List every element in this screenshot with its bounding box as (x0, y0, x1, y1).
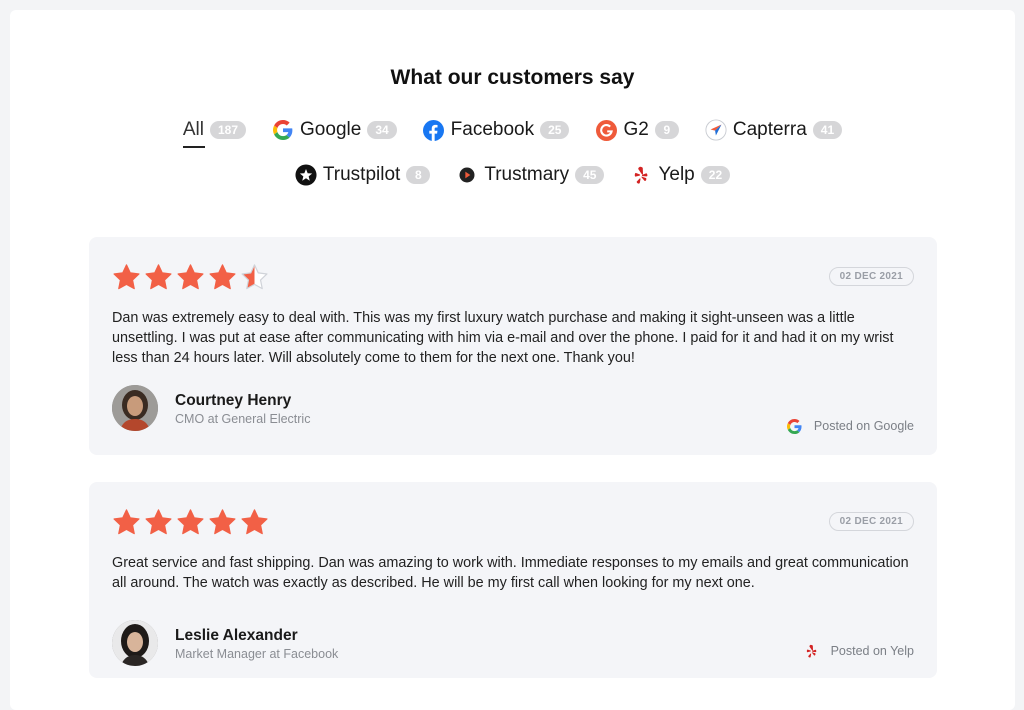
tab-yelp[interactable]: Yelp 22 (630, 161, 731, 189)
tab-count: 34 (367, 121, 397, 139)
section-title: What our customers say (390, 66, 635, 89)
yelp-icon (801, 640, 823, 662)
tab-label: Yelp (658, 164, 695, 185)
tab-google[interactable]: Google 34 (272, 116, 397, 144)
avatar (112, 620, 158, 666)
star-icon (209, 264, 236, 290)
trustmary-icon (456, 164, 478, 186)
author-role: CMO at General Electric (175, 412, 311, 426)
tab-count: 187 (210, 121, 247, 139)
star-icon (177, 264, 204, 290)
review-date: 02 DEC 2021 (828, 267, 914, 286)
author-name: Leslie Alexander (175, 627, 298, 644)
tab-label: Facebook (450, 119, 535, 140)
tab-trustmary[interactable]: Trustmary 45 (456, 161, 605, 189)
star-icon (177, 509, 204, 535)
tab-label: Trustmary (484, 164, 570, 185)
tab-g2[interactable]: G2 9 (595, 116, 679, 144)
google-icon (272, 119, 294, 141)
author-name: Courtney Henry (175, 392, 292, 409)
review-card: 02 DEC 2021 Dan was extremely easy to de… (89, 237, 937, 455)
testimonials-card: What our customers say All 187 Google 34… (10, 10, 1015, 710)
tab-trustpilot[interactable]: Trustpilot 8 (295, 161, 431, 189)
capterra-icon (705, 119, 727, 141)
posted-label: Posted on Yelp (830, 644, 914, 658)
tab-all[interactable]: All 187 (182, 116, 247, 148)
tab-label: G2 (623, 119, 649, 140)
tab-count: 25 (540, 121, 570, 139)
tab-label: Google (300, 119, 362, 140)
tab-capterra[interactable]: Capterra 41 (705, 116, 843, 144)
review-date: 02 DEC 2021 (828, 512, 914, 531)
star-icon (145, 509, 172, 535)
review-author: Courtney Henry CMO at General Electric (175, 392, 310, 426)
tab-label: All (182, 119, 204, 140)
tab-label: Trustpilot (322, 164, 401, 185)
tab-count: 8 (406, 166, 431, 184)
g2-icon (595, 119, 617, 141)
tab-label: Capterra (732, 119, 807, 140)
star-icon (209, 509, 236, 535)
star-icon (113, 264, 140, 290)
avatar (112, 385, 158, 431)
posted-label: Posted on Google (813, 419, 914, 433)
yelp-icon (630, 164, 652, 186)
star-icon (241, 509, 268, 535)
star-icon (113, 509, 140, 535)
facebook-icon (423, 119, 445, 141)
tab-count: 22 (700, 166, 731, 184)
review-author: Leslie Alexander Market Manager at Faceb… (175, 627, 338, 661)
posted-on[interactable]: Posted on Yelp (801, 640, 914, 662)
google-icon (784, 415, 806, 437)
trustpilot-icon (295, 164, 317, 186)
review-card: 02 DEC 2021 Great service and fast shipp… (89, 482, 937, 678)
source-tabs-row-2: Trustpilot 8 Trustmary 45 Yelp 22 (10, 161, 1015, 189)
source-tabs-row-1: All 187 Google 34 Facebook 25 G2 9 Capte… (10, 116, 1015, 148)
review-text: Dan was extremely easy to deal with. Thi… (112, 310, 894, 366)
tab-count: 45 (575, 166, 605, 184)
star-icon (241, 264, 268, 290)
star-rating (112, 263, 269, 291)
tab-facebook[interactable]: Facebook 25 (423, 116, 570, 144)
posted-on[interactable]: Posted on Google (784, 415, 914, 437)
tab-count: 41 (812, 121, 843, 139)
review-text: Great service and fast shipping. Dan was… (112, 555, 909, 591)
tab-count: 9 (654, 121, 679, 139)
star-icon (145, 264, 172, 290)
author-role: Market Manager at Facebook (175, 647, 339, 661)
star-rating (112, 508, 269, 536)
